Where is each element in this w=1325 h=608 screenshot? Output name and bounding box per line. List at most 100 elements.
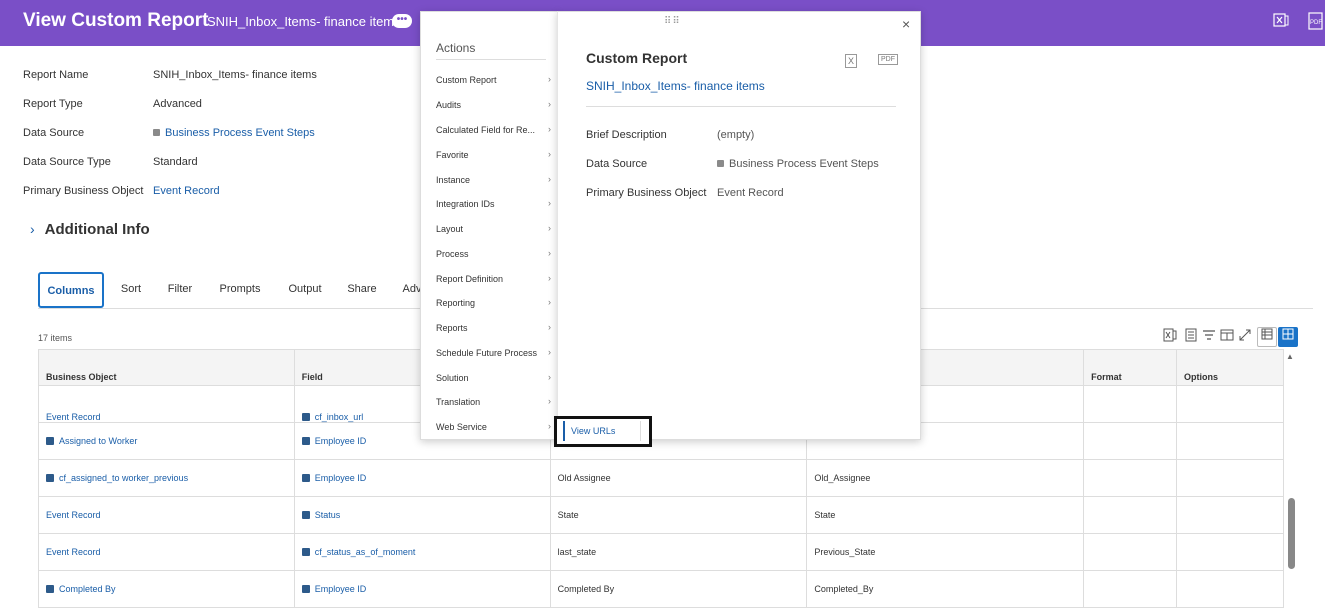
expand-icon[interactable] [1238,328,1252,345]
menu-item-integration-ids[interactable]: Integration IDs › [436,198,551,209]
field-type-icon [301,437,310,445]
document-icon[interactable] [1184,328,1198,345]
menu-item-solution[interactable]: Solution › [436,372,551,383]
svg-text:PDF: PDF [1310,20,1322,26]
primary-business-object-link[interactable]: Event Record [153,185,220,197]
menu-item-custom-report[interactable]: Custom Report › [436,74,551,85]
xml-alias-cell[interactable]: State [806,496,1085,534]
business-object-icon [46,437,54,445]
format-cell[interactable] [1083,496,1178,534]
col-header-format[interactable]: Format [1083,349,1178,386]
col-header-options[interactable]: Options [1176,349,1284,386]
menu-item-label: Layout [436,224,464,234]
page-title: View Custom Report [23,10,209,31]
chevron-right-icon: › [548,297,551,307]
data-source-link[interactable]: Business Process Event Steps [153,127,315,139]
report-type-label: Report Type [23,98,83,110]
data-source-type-value: Standard [153,156,198,168]
additional-info-toggle[interactable]: › Additional Info [30,221,150,238]
tab-sort[interactable]: Sort [114,272,148,308]
format-cell[interactable] [1083,459,1178,497]
report-name-value: SNIH_Inbox_Items- finance items [153,69,317,81]
business-object-link[interactable]: Event Record [46,510,101,520]
options-cell[interactable] [1176,459,1284,497]
scroll-up-icon[interactable]: ▲ [1286,352,1294,361]
menu-item-reports[interactable]: Reports › [436,322,551,333]
filter-icon[interactable] [1202,328,1216,345]
options-cell[interactable] [1176,422,1284,460]
format-cell[interactable] [1083,570,1178,608]
related-actions-button[interactable]: ••• [392,14,412,28]
primary-business-object-label: Primary Business Object [586,187,707,199]
menu-item-calculated-field[interactable]: Calculated Field for Re... › [436,124,551,135]
data-source-value: Business Process Event Steps [165,127,315,139]
business-object-link[interactable]: Completed By [59,584,116,594]
field-link[interactable]: cf_status_as_of_moment [315,547,416,557]
menu-item-favorite[interactable]: Favorite › [436,149,551,160]
menu-item-layout[interactable]: Layout › [436,223,551,234]
col-header-business-object[interactable]: Business Object [38,349,295,386]
field-type-icon [301,413,310,421]
item-count: 17 items [38,333,73,343]
xml-alias-cell[interactable]: Completed_By [806,570,1085,608]
table-view-icon[interactable] [1257,327,1277,347]
options-cell[interactable] [1176,533,1284,571]
excel-export-icon[interactable] [1273,12,1289,31]
xml-alias-cell[interactable]: Old_Assignee [806,459,1085,497]
actions-menu-title: Actions [436,41,476,55]
menu-item-schedule-future-process[interactable]: Schedule Future Process › [436,347,551,358]
report-type-value: Advanced [153,98,202,110]
menu-item-label: Instance [436,175,471,185]
business-object-link[interactable]: Assigned to Worker [59,436,137,446]
column-label-cell[interactable]: last_state [549,533,808,571]
menu-item-translation[interactable]: Translation › [436,396,551,407]
field-type-icon [301,548,310,556]
data-source-link[interactable]: Business Process Event Steps [717,158,879,170]
pdf-export-icon[interactable]: PDF [878,54,898,65]
business-object-link[interactable]: cf_assigned_to worker_previous [59,473,188,483]
tab-filter[interactable]: Filter [162,272,198,308]
field-link[interactable]: Employee ID [315,436,367,446]
column-label-cell[interactable]: Old Assignee [549,459,808,497]
close-icon[interactable]: × [902,16,910,32]
field-link[interactable]: cf_inbox_url [315,412,364,422]
tab-columns[interactable]: Columns [38,272,104,308]
tab-output[interactable]: Output [284,272,326,308]
menu-item-reporting[interactable]: Reporting › [436,297,551,308]
column-label-cell[interactable]: Completed By [549,570,808,608]
grid-view-icon[interactable] [1278,327,1298,347]
chevron-right-icon: › [548,174,551,184]
menu-item-process[interactable]: Process › [436,248,551,259]
table-row: Completed By Employee ID Completed By Co… [38,570,1284,608]
view-urls-menu-item[interactable]: View URLs [563,421,641,441]
format-cell[interactable] [1083,533,1178,571]
business-object-link[interactable]: Event Record [46,547,101,557]
menu-item-instance[interactable]: Instance › [436,174,551,185]
field-link[interactable]: Employee ID [315,473,367,483]
chevron-right-icon: › [548,347,551,357]
menu-item-label: Integration IDs [436,199,495,209]
field-link[interactable]: Employee ID [315,584,367,594]
report-name-link[interactable]: SNIH_Inbox_Items- finance items [586,79,765,93]
drag-handle-icon[interactable]: ⠿⠿ [664,16,681,27]
field-link[interactable]: Status [315,510,341,520]
format-cell[interactable] [1083,385,1178,423]
columns-icon[interactable] [1220,328,1234,345]
vertical-scrollbar-thumb[interactable] [1288,498,1295,569]
excel-export-icon[interactable] [1163,328,1177,345]
options-cell[interactable] [1176,570,1284,608]
primary-business-object-link[interactable]: Event Record [717,187,784,199]
options-cell[interactable] [1176,496,1284,534]
excel-export-icon[interactable]: X [845,54,858,68]
format-cell[interactable] [1083,422,1178,460]
column-label-cell[interactable]: State [549,496,808,534]
business-object-link[interactable]: Event Record [46,412,101,422]
menu-item-audits[interactable]: Audits › [436,99,551,110]
tab-prompts[interactable]: Prompts [214,272,266,308]
menu-item-web-service[interactable]: Web Service › [436,421,551,432]
menu-item-report-definition[interactable]: Report Definition › [436,273,551,284]
xml-alias-cell[interactable]: Previous_State [806,533,1085,571]
options-cell[interactable] [1176,385,1284,423]
pdf-export-icon[interactable]: PDF [1308,12,1324,33]
tab-share[interactable]: Share [344,272,380,308]
